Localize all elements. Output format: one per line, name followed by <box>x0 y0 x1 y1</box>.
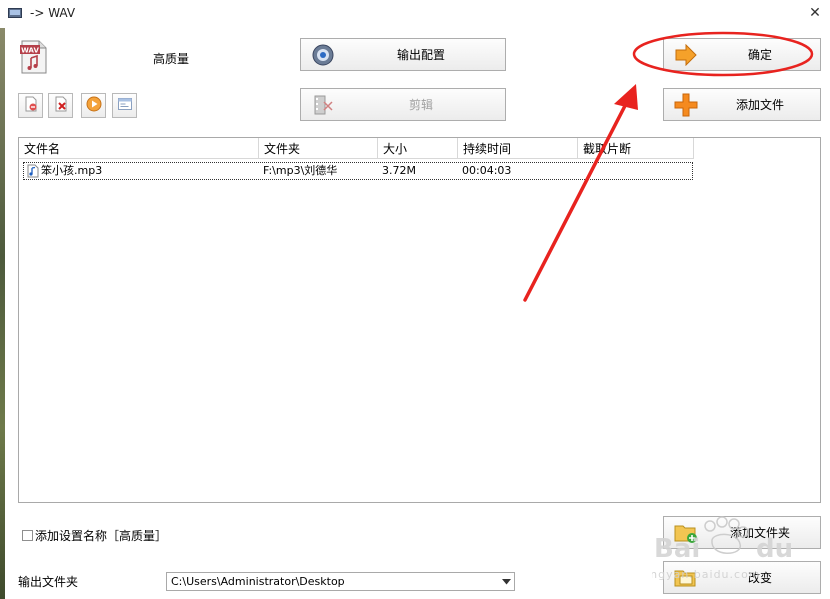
desktop-edge <box>0 28 5 599</box>
add-setting-label: 添加设置名称［高质量］ <box>35 529 168 543</box>
close-icon: ✕ <box>809 5 821 21</box>
add-folder-label: 添加文件夹 <box>729 526 790 540</box>
file-list[interactable]: 文件名 文件夹 大小 持续时间 截取片断 笨小孩.mp3 F:\mp3\刘德华 … <box>18 137 821 503</box>
folder-open-icon <box>672 564 700 592</box>
remove-item-button[interactable] <box>18 93 43 118</box>
window-info-icon <box>117 96 133 115</box>
cell-name: 笨小孩.mp3 <box>24 163 260 179</box>
add-setting-checkbox[interactable] <box>22 530 33 541</box>
annotation-arrow-head <box>614 84 638 110</box>
app-icon <box>8 7 22 19</box>
cut-label: 剪辑 <box>408 98 433 112</box>
ok-button[interactable]: 确定 <box>663 38 821 71</box>
output-config-label: 输出配置 <box>396 48 445 62</box>
clear-list-button[interactable] <box>48 93 73 118</box>
play-button[interactable] <box>81 93 106 118</box>
table-row[interactable]: 笨小孩.mp3 F:\mp3\刘德华 3.72M 00:04:03 <box>23 162 693 180</box>
chevron-down-icon[interactable] <box>498 573 514 590</box>
cell-duration: 00:04:03 <box>462 164 512 177</box>
column-header-folder[interactable]: 文件夹 <box>259 138 378 159</box>
add-folder-button[interactable]: 添加文件夹 <box>663 516 821 549</box>
arrow-right-icon <box>672 41 700 69</box>
plus-icon <box>672 91 700 119</box>
list-header: 文件名 文件夹 大小 持续时间 截取片断 <box>19 138 694 159</box>
properties-button[interactable] <box>112 93 137 118</box>
play-icon <box>86 96 102 115</box>
quality-label: 高质量 <box>153 52 190 66</box>
column-header-name[interactable]: 文件名 <box>19 138 259 159</box>
cut-button[interactable]: 剪辑 <box>300 88 506 121</box>
title-bar <box>0 0 830 28</box>
close-button[interactable]: ✕ <box>806 4 824 22</box>
music-note-icon <box>26 164 39 178</box>
add-file-label: 添加文件 <box>735 98 784 112</box>
output-path-select[interactable]: C:\Users\Administrator\Desktop <box>166 572 515 591</box>
film-cut-icon <box>309 91 337 119</box>
column-header-clip[interactable]: 截取片断 <box>578 138 694 159</box>
window-title: -> WAV <box>30 6 76 20</box>
column-header-duration[interactable]: 持续时间 <box>458 138 578 159</box>
output-folder-label: 输出文件夹 <box>18 575 79 589</box>
remove-file-icon <box>23 96 39 115</box>
column-header-size[interactable]: 大小 <box>378 138 458 159</box>
cell-folder: F:\mp3\刘德华 <box>263 164 338 177</box>
delete-file-icon <box>53 96 69 115</box>
folder-add-icon <box>672 519 700 547</box>
cell-size: 3.72M <box>382 164 416 177</box>
ok-label: 确定 <box>747 48 772 62</box>
change-label: 改变 <box>747 571 772 585</box>
change-button[interactable]: 改变 <box>663 561 821 594</box>
file-name: 笨小孩.mp3 <box>41 164 103 177</box>
cell-clip <box>579 163 692 179</box>
gear-disc-icon <box>309 41 337 69</box>
output-config-button[interactable]: 输出配置 <box>300 38 506 71</box>
add-file-button[interactable]: 添加文件 <box>663 88 821 121</box>
wav-file-icon: WAV <box>19 40 49 74</box>
output-path-value: C:\Users\Administrator\Desktop <box>171 575 345 588</box>
svg-text:WAV: WAV <box>21 47 39 55</box>
